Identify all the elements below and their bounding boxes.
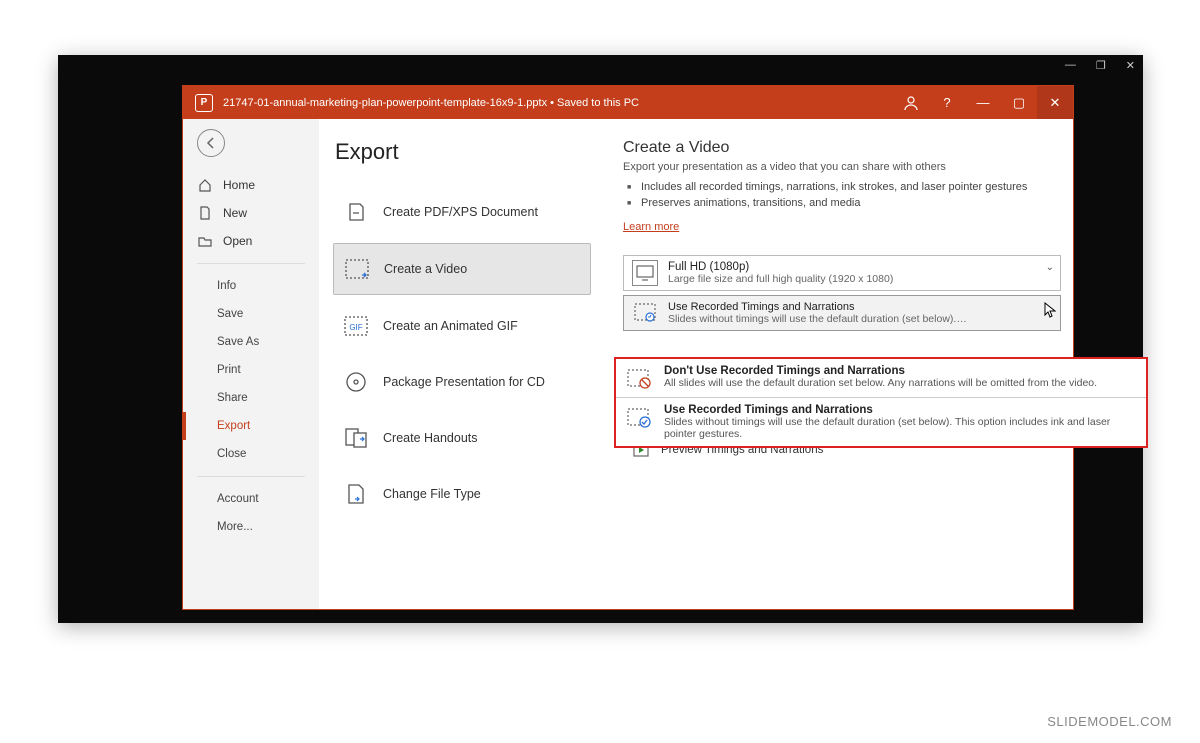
timings-icon xyxy=(632,300,658,326)
sidebar-save[interactable]: Save xyxy=(183,300,319,328)
page-title: Export xyxy=(335,139,591,165)
export-pdf-label: Create PDF/XPS Document xyxy=(383,205,538,219)
learn-more-link[interactable]: Learn more xyxy=(623,221,679,233)
timings-dropdown[interactable]: Use Recorded Timings and Narrations Slid… xyxy=(623,295,1061,331)
handouts-icon xyxy=(343,425,369,451)
popup-opt2-desc: Slides without timings will use the defa… xyxy=(664,416,1136,440)
timings-dropdown-popup: Don't Use Recorded Timings and Narration… xyxy=(614,357,1148,448)
powerpoint-window: P 21747-01-annual-marketing-plan-powerpo… xyxy=(183,86,1073,609)
sidebar-new[interactable]: New xyxy=(183,199,319,227)
filetype-icon xyxy=(343,481,369,507)
svg-text:GIF: GIF xyxy=(349,323,362,332)
no-timings-icon xyxy=(626,367,652,391)
account-icon[interactable] xyxy=(893,86,929,119)
powerpoint-logo-icon: P xyxy=(195,94,213,112)
backstage-sidebar: Home New Open Info Save Save As Print Sh… xyxy=(183,119,319,609)
sidebar-close[interactable]: Close xyxy=(183,440,319,468)
export-filetype-option[interactable]: Change File Type xyxy=(333,469,591,519)
sidebar-info[interactable]: Info xyxy=(183,272,319,300)
sidebar-divider-2 xyxy=(197,476,305,477)
create-video-subtitle: Export your presentation as a video that… xyxy=(623,161,1061,173)
open-icon xyxy=(197,234,213,248)
chevron-down-icon: ⌄ xyxy=(1046,262,1054,273)
quality-desc: Large file size and full high quality (1… xyxy=(668,273,1052,285)
export-cd-option[interactable]: Package Presentation for CD xyxy=(333,357,591,407)
pdf-icon xyxy=(343,199,369,225)
document-title: 21747-01-annual-marketing-plan-powerpoin… xyxy=(223,97,639,109)
outer-window-controls: — ❐ ✕ xyxy=(1065,59,1135,72)
export-options-column: Export Create PDF/XPS Document Create a … xyxy=(319,119,605,609)
popup-opt1-title: Don't Use Recorded Timings and Narration… xyxy=(664,365,1097,377)
bullet-1: Includes all recorded timings, narration… xyxy=(627,179,1061,195)
quality-title: Full HD (1080p) xyxy=(668,261,1052,273)
sidebar-account[interactable]: Account xyxy=(183,485,319,513)
titlebar: P 21747-01-annual-marketing-plan-powerpo… xyxy=(183,86,1073,119)
export-handouts-option[interactable]: Create Handouts xyxy=(333,413,591,463)
create-video-bullets: Includes all recorded timings, narration… xyxy=(623,179,1061,211)
outer-maximize-button[interactable]: ❐ xyxy=(1096,59,1106,72)
sidebar-saveas[interactable]: Save As xyxy=(183,328,319,356)
sidebar-print[interactable]: Print xyxy=(183,356,319,384)
export-cd-label: Package Presentation for CD xyxy=(383,375,545,389)
popup-opt1-desc: All slides will use the default duration… xyxy=(664,377,1097,389)
export-video-option[interactable]: Create a Video xyxy=(333,243,591,295)
popup-dont-use-timings[interactable]: Don't Use Recorded Timings and Narration… xyxy=(616,359,1146,398)
restore-button[interactable]: ▢ xyxy=(1001,86,1037,119)
help-button[interactable]: ? xyxy=(929,86,965,119)
bullet-2: Preserves animations, transitions, and m… xyxy=(627,195,1061,211)
sidebar-open[interactable]: Open xyxy=(183,227,319,255)
close-button[interactable]: ✕ xyxy=(1037,86,1073,119)
back-button[interactable] xyxy=(197,129,225,157)
sidebar-new-label: New xyxy=(223,206,247,220)
popup-opt2-title: Use Recorded Timings and Narrations xyxy=(664,404,1136,416)
create-video-title: Create a Video xyxy=(623,139,1061,157)
popup-use-timings[interactable]: Use Recorded Timings and Narrations Slid… xyxy=(616,398,1146,446)
export-pdf-option[interactable]: Create PDF/XPS Document xyxy=(333,187,591,237)
timings-title: Use Recorded Timings and Narrations xyxy=(668,301,968,313)
sidebar-more[interactable]: More... xyxy=(183,513,319,541)
video-icon xyxy=(344,256,370,282)
new-icon xyxy=(197,206,213,220)
gif-icon: GIF xyxy=(343,313,369,339)
sidebar-divider xyxy=(197,263,305,264)
sidebar-home-label: Home xyxy=(223,178,255,192)
sidebar-home[interactable]: Home xyxy=(183,171,319,199)
outer-minimize-button[interactable]: — xyxy=(1065,59,1076,72)
export-video-label: Create a Video xyxy=(384,262,467,276)
home-icon xyxy=(197,178,213,192)
sidebar-export[interactable]: Export xyxy=(183,412,319,440)
use-timings-icon xyxy=(626,406,652,430)
monitor-icon xyxy=(632,260,658,286)
export-handouts-label: Create Handouts xyxy=(383,431,478,445)
cursor-icon xyxy=(1044,302,1056,318)
quality-dropdown[interactable]: Full HD (1080p) Large file size and full… xyxy=(623,255,1061,291)
outer-close-button[interactable]: ✕ xyxy=(1126,59,1135,72)
export-filetype-label: Change File Type xyxy=(383,487,481,501)
timings-desc: Slides without timings will use the defa… xyxy=(668,313,968,325)
minimize-button[interactable]: — xyxy=(965,86,1001,119)
export-gif-option[interactable]: GIF Create an Animated GIF xyxy=(333,301,591,351)
export-gif-label: Create an Animated GIF xyxy=(383,319,518,333)
sidebar-share[interactable]: Share xyxy=(183,384,319,412)
watermark: SLIDEMODEL.COM xyxy=(1047,714,1172,729)
sidebar-open-label: Open xyxy=(223,234,252,248)
cd-icon xyxy=(343,369,369,395)
